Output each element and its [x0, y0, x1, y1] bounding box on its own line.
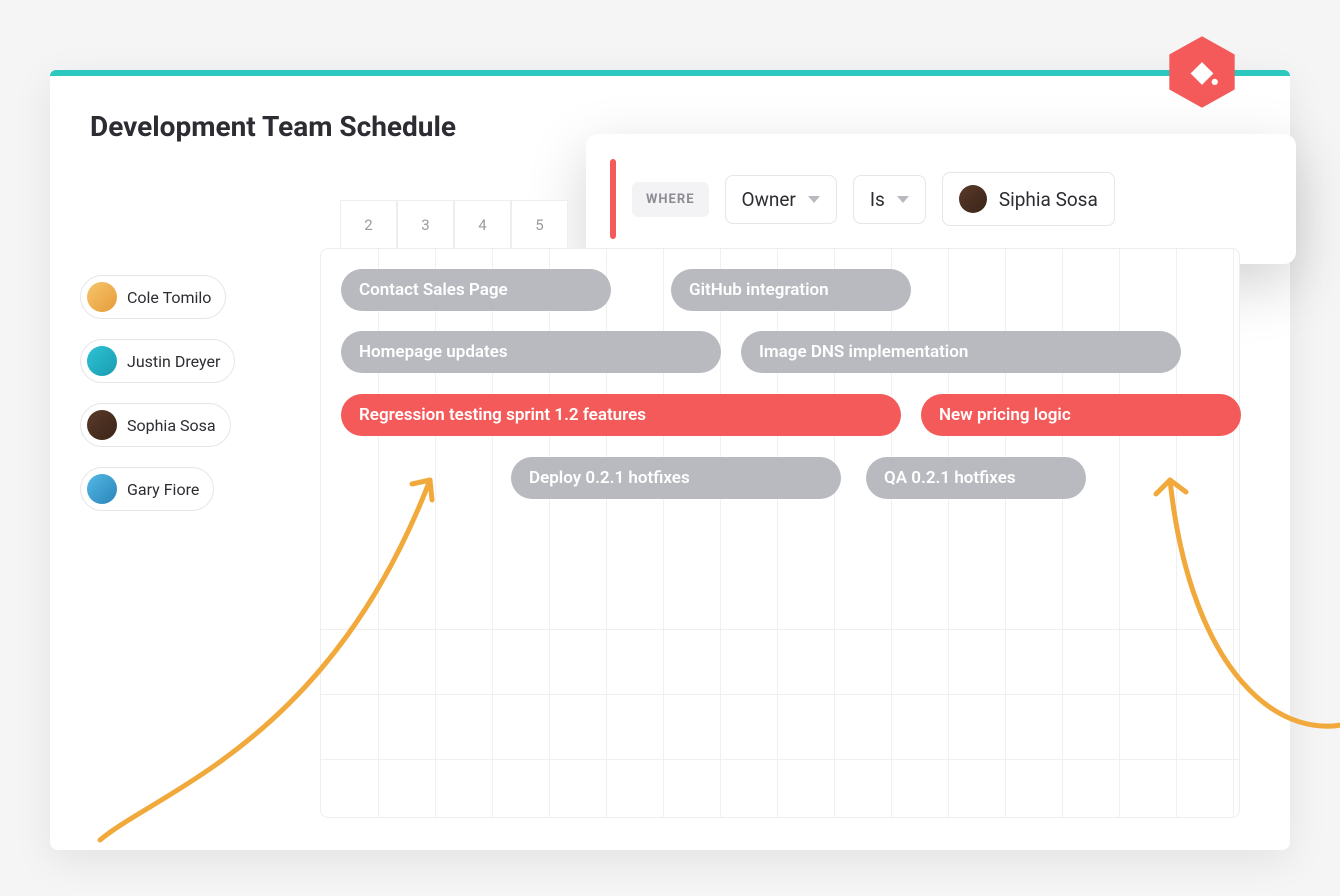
filter-field-select[interactable]: Owner: [725, 175, 837, 224]
avatar: [87, 282, 117, 312]
task-label: QA 0.2.1 hotfixes: [884, 468, 1016, 488]
task-label: Regression testing sprint 1.2 features: [359, 405, 646, 425]
grid-vline: [1233, 249, 1234, 817]
task-bar[interactable]: Regression testing sprint 1.2 features: [341, 394, 901, 436]
task-label: GitHub integration: [689, 280, 829, 300]
filter-field-label: Owner: [742, 188, 796, 211]
filter-accent-bar: [610, 159, 616, 239]
filter-operator-select[interactable]: Is: [853, 175, 926, 224]
task-bar[interactable]: Contact Sales Page: [341, 269, 611, 311]
grid-vline: [1176, 249, 1177, 817]
avatar: [87, 410, 117, 440]
day-column-header: 4: [454, 200, 511, 248]
person-pill[interactable]: Sophia Sosa: [80, 403, 231, 447]
avatar: [87, 474, 117, 504]
schedule-card: Development Team Schedule WHERE Owner Is…: [50, 70, 1290, 850]
task-bar[interactable]: New pricing logic: [921, 394, 1241, 436]
grid-vline: [720, 249, 721, 817]
task-label: New pricing logic: [939, 405, 1071, 425]
page-title: Development Team Schedule: [90, 110, 456, 143]
person-name: Justin Dreyer: [127, 352, 220, 371]
task-bar[interactable]: Homepage updates: [341, 331, 721, 373]
timeline-grid[interactable]: Contact Sales Page GitHub integration Home…: [320, 248, 1240, 818]
avatar: [87, 346, 117, 376]
task-bar[interactable]: GitHub integration: [671, 269, 911, 311]
person-pill[interactable]: Gary Fiore: [80, 467, 214, 511]
task-bar[interactable]: Image DNS implementation: [741, 331, 1181, 373]
grid-hline: [321, 629, 1239, 630]
task-label: Homepage updates: [359, 342, 508, 362]
person-pill[interactable]: Justin Dreyer: [80, 339, 235, 383]
chevron-down-icon: [897, 196, 909, 203]
day-column-header: 2: [340, 200, 397, 248]
task-bar[interactable]: Deploy 0.2.1 hotfixes: [511, 457, 841, 499]
task-label: Deploy 0.2.1 hotfixes: [529, 468, 690, 488]
people-list: Cole Tomilo Justin Dreyer Sophia Sosa Gary …: [80, 275, 235, 511]
grid-hline: [321, 694, 1239, 695]
paint-bucket-icon: [1185, 55, 1219, 89]
filter-popover: WHERE Owner Is Siphia Sosa: [586, 134, 1296, 264]
filter-operator-label: Is: [870, 188, 885, 211]
filter-value-label: Siphia Sosa: [999, 188, 1098, 211]
grid-hline: [321, 759, 1239, 760]
person-name: Cole Tomilo: [127, 288, 211, 307]
avatar: [959, 185, 987, 213]
color-filter-hex-button[interactable]: [1164, 34, 1240, 110]
filter-value-select[interactable]: Siphia Sosa: [942, 172, 1115, 226]
chevron-down-icon: [808, 196, 820, 203]
person-name: Gary Fiore: [127, 480, 199, 499]
task-label: Contact Sales Page: [359, 280, 508, 300]
person-pill[interactable]: Cole Tomilo: [80, 275, 226, 319]
day-column-header: 3: [397, 200, 454, 248]
person-name: Sophia Sosa: [127, 416, 216, 435]
day-header: 2345: [340, 200, 568, 249]
task-label: Image DNS implementation: [759, 342, 968, 362]
where-chip: WHERE: [632, 182, 709, 217]
task-bar[interactable]: QA 0.2.1 hotfixes: [866, 457, 1086, 499]
accent-bar: [50, 70, 1290, 76]
day-column-header: 5: [511, 200, 568, 248]
